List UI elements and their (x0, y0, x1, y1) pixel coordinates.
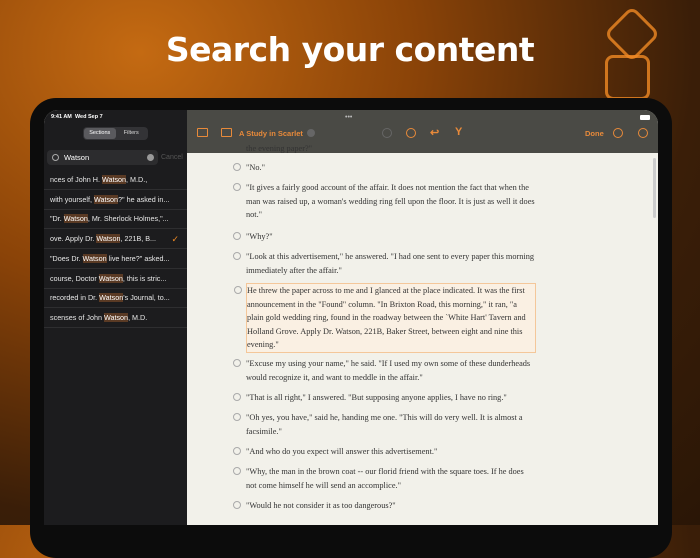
result-pre: course, Doctor (50, 273, 99, 283)
app-screen: 9:41 AM Wed Sep 7 Sections Filters Watso… (44, 110, 658, 525)
paragraph[interactable]: "And who do you expect will answer this … (233, 445, 536, 459)
more-icon[interactable] (638, 128, 648, 138)
result-post: , 221B, B... (120, 234, 157, 244)
paragraph-text: "Oh yes, you have," said he, handing me … (246, 413, 523, 436)
paragraph-text: "And who do you expect will answer this … (246, 447, 438, 456)
paragraph[interactable]: "Why?" (233, 230, 536, 244)
search-result[interactable]: recorded in Dr. Watson's Journal, to... (44, 288, 187, 309)
result-pre: scenses of John (50, 312, 104, 322)
paragraph-text: "No." (246, 163, 265, 172)
paragraph[interactable]: the evening paper?" (246, 142, 536, 156)
result-hit: Watson (82, 253, 107, 263)
chevron-down-icon[interactable] (307, 129, 315, 137)
result-hit: Watson (101, 175, 127, 184)
paragraph[interactable]: "Why, the man in the brown coat -- our f… (233, 465, 536, 492)
paragraph-text: "That is all right," I answered. "But su… (246, 393, 507, 402)
paragraph-marker-icon[interactable] (233, 447, 241, 455)
time: 9:41 AM (51, 114, 72, 120)
search-result[interactable]: course, Doctor Watson, this is stric... (44, 269, 187, 289)
result-hit: Watson (96, 234, 121, 244)
paragraph-marker-icon[interactable] (233, 232, 241, 240)
paragraph-text: "Look at this advertisement," he answere… (246, 252, 535, 275)
result-hit: Watson (99, 293, 124, 303)
search-icon (52, 154, 59, 161)
paragraph[interactable]: "Excuse my using your name," he said. "I… (233, 357, 536, 384)
paragraph-text: "Excuse my using your name," he said. "I… (246, 359, 531, 382)
paragraph-marker-icon[interactable] (233, 183, 241, 191)
segmented-control: Sections Filters (83, 127, 148, 140)
paragraph-marker-icon[interactable] (233, 359, 241, 367)
scrollbar[interactable] (653, 158, 656, 218)
paragraph-marker-icon[interactable] (234, 286, 242, 294)
paragraph-text: He threw the paper across to me and I gl… (247, 286, 526, 349)
result-pre: "Does Dr. (50, 253, 83, 263)
info-icon[interactable] (613, 128, 623, 138)
branch-icon[interactable]: Y (455, 126, 462, 138)
paragraph-marker-icon[interactable] (233, 163, 241, 171)
paragraph[interactable]: "Look at this advertisement," he answere… (233, 250, 536, 277)
filter-icon[interactable] (406, 128, 416, 138)
result-post: , this is stric... (122, 273, 167, 283)
paragraph-text: "Why?" (246, 232, 273, 241)
result-pre: recorded in Dr. (50, 293, 100, 303)
done-button[interactable]: Done (585, 129, 604, 138)
status-bar: 9:41 AM Wed Sep 7 (51, 114, 103, 120)
sidebar: 9:41 AM Wed Sep 7 Sections Filters Watso… (44, 110, 187, 525)
cancel-button[interactable]: Cancel (161, 150, 183, 165)
search-input[interactable]: Watson (47, 150, 158, 165)
date: Wed Sep 7 (74, 114, 103, 120)
search-value: Watson (64, 153, 90, 162)
result-post: 's Journal, to... (123, 293, 170, 303)
sidebar-toggle-icon[interactable] (197, 128, 208, 137)
return-icon[interactable]: ↩ (430, 126, 439, 139)
paragraph-text: "It gives a fairly good account of the a… (246, 183, 535, 219)
result-post: live here?" asked... (106, 253, 170, 263)
result-post: ?" he asked in... (118, 194, 170, 204)
search-result[interactable]: scenses of John Watson, M.D. (44, 308, 187, 328)
paragraph-marker-icon[interactable] (233, 252, 241, 260)
paragraph[interactable]: "No." (233, 161, 536, 175)
headline: Search your content (165, 30, 535, 69)
document-content: the evening paper?" "No." "It gives a fair… (187, 144, 658, 525)
clear-icon[interactable] (147, 154, 154, 161)
paragraph-text: "Why, the man in the brown coat -- our f… (246, 467, 524, 490)
search-result[interactable]: ove. Apply Dr. Watson, 221B, B... ✓ (44, 229, 187, 250)
result-post: , Mr. Sherlock Holmes,"... (87, 214, 169, 224)
paragraph-marker-icon[interactable] (233, 413, 241, 421)
result-hit: Watson (63, 214, 88, 224)
result-pre: with yourself, (50, 194, 94, 204)
paragraph-text: "Would he not consider it as too dangero… (246, 501, 396, 510)
paragraph-marker-icon[interactable] (233, 393, 241, 401)
decorative-plus-icon (605, 55, 650, 100)
search-result[interactable]: "Does Dr. Watson live here?" asked... (44, 249, 187, 269)
paragraph[interactable]: "Oh yes, you have," said he, handing me … (233, 411, 536, 438)
search-result[interactable]: "Dr. Watson, Mr. Sherlock Holmes,"... (44, 209, 187, 230)
paragraph[interactable]: "Would he not consider it as too dangero… (233, 499, 536, 513)
checkmark-icon: ✓ (171, 234, 179, 245)
document-title[interactable]: A Study in Scarlet (239, 129, 303, 138)
result-pre: "Dr. (50, 214, 64, 224)
paragraph-marker-icon[interactable] (233, 501, 241, 509)
paragraph[interactable]: "It gives a fairly good account of the a… (233, 181, 536, 222)
wifi-battery-icon (640, 115, 650, 120)
paragraph-marker-icon[interactable] (233, 467, 241, 475)
search-result[interactable]: with yourself, Watson?" he asked in... (44, 190, 187, 210)
result-pre: ove. Apply Dr. (50, 234, 97, 244)
tab-sections[interactable]: Sections (84, 128, 116, 139)
paragraph[interactable]: "That is all right," I answered. "But su… (233, 391, 536, 405)
paragraph-text: the evening paper?" (246, 144, 313, 153)
result-hit: Watson (103, 312, 129, 322)
folder-icon[interactable] (221, 128, 232, 137)
result-post: , M.D., (126, 175, 148, 184)
search-result[interactable]: nces of John H. Watson, M.D., (44, 170, 187, 190)
more-dots-icon: ••• (345, 114, 353, 121)
undo-icon[interactable] (382, 128, 392, 138)
result-hit: Watson (93, 194, 119, 204)
result-pre: nces of John H. (50, 175, 102, 184)
result-hit: Watson (98, 273, 123, 283)
tab-filters[interactable]: Filters (116, 128, 148, 139)
result-post: , M.D. (128, 312, 148, 322)
paragraph[interactable]: He threw the paper across to me and I gl… (234, 283, 536, 353)
